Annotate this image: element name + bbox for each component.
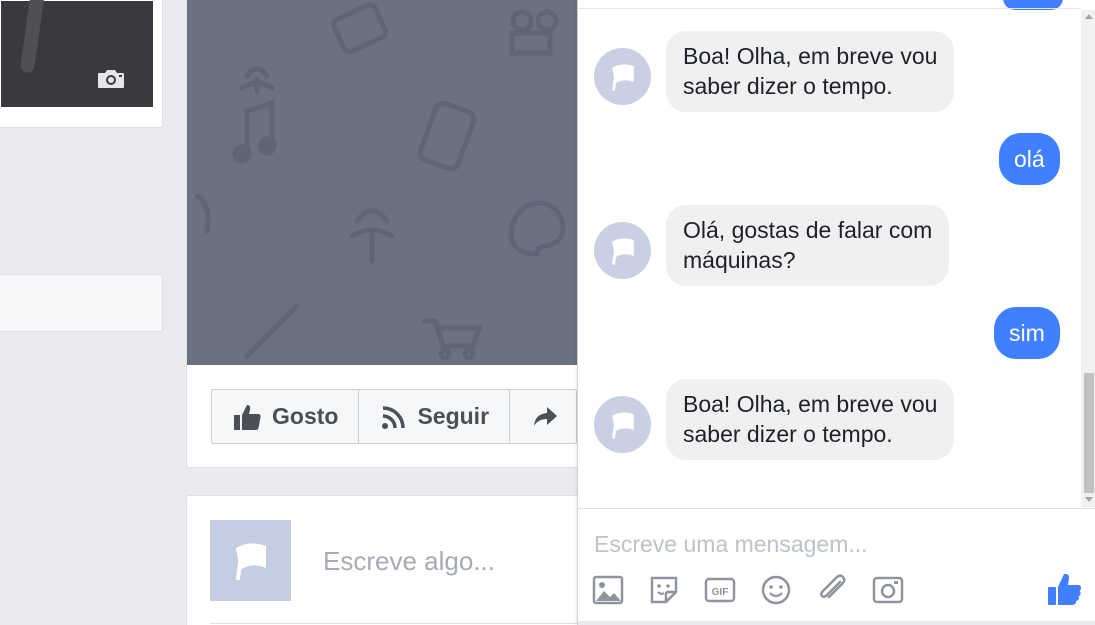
scroll-down-icon[interactable] (1085, 497, 1093, 502)
follow-page-label: Seguir (417, 403, 490, 429)
chat-scrollbar[interactable] (1081, 10, 1095, 507)
cover-image (187, 0, 605, 365)
bot-message-bubble: Boa! Olha, em breve vou saber dizer o te… (666, 379, 955, 460)
send-like-button[interactable] (1046, 571, 1082, 612)
emoji-icon[interactable] (760, 572, 816, 608)
image-icon[interactable] (592, 572, 648, 608)
attachment-icon[interactable] (816, 572, 872, 608)
sidebar-box (0, 274, 163, 332)
flag-icon (611, 237, 634, 265)
flag-icon (611, 411, 634, 439)
composer-input[interactable]: Escreve algo... (323, 546, 495, 577)
message-text-line: máquinas? (683, 247, 796, 273)
bot-avatar (594, 396, 651, 453)
message-input[interactable]: Escreve uma mensagem... (594, 531, 868, 558)
follow-page-button[interactable]: Seguir (359, 390, 511, 443)
rss-icon (382, 405, 406, 429)
message-text-line: saber dizer o tempo. (683, 421, 893, 447)
camera-icon[interactable] (872, 572, 928, 608)
gif-icon[interactable]: GIF (704, 572, 760, 608)
share-page-button[interactable] (510, 390, 576, 443)
page-actions: Gosto Seguir (211, 389, 578, 444)
page-cover-card: Gosto Seguir (186, 0, 606, 468)
thumbs-up-icon (234, 404, 261, 430)
sticker-icon[interactable] (648, 572, 704, 608)
like-page-button[interactable]: Gosto (212, 390, 360, 443)
message-text-line: saber dizer o tempo. (683, 73, 893, 99)
message-text-line: Boa! Olha, em breve vou (683, 391, 938, 417)
scroll-up-icon[interactable] (1085, 14, 1093, 19)
bot-message-bubble: Boa! Olha, em breve vou saber dizer o te… (666, 31, 955, 112)
svg-text:GIF: GIF (712, 587, 729, 598)
message-text-line: Olá, gostas de falar com (683, 217, 933, 243)
user-message-bubble: olá (999, 133, 1060, 185)
like-page-label: Gosto (272, 403, 339, 429)
profile-photo-card (0, 0, 163, 128)
page-avatar (210, 520, 291, 601)
bot-avatar (594, 222, 651, 279)
flag-icon (611, 63, 634, 91)
messenger-chat-panel: Boa! Olha, em breve vou saber dizer o te… (577, 0, 1095, 625)
camera-icon[interactable] (96, 68, 126, 95)
user-message-bubble: sim (994, 307, 1060, 359)
share-arrow-icon (534, 406, 558, 426)
thumbs-up-icon (1048, 573, 1081, 605)
post-composer: Escreve algo... (186, 495, 606, 625)
bot-avatar (594, 48, 651, 105)
scroll-thumb[interactable] (1084, 373, 1094, 493)
profile-photo[interactable] (1, 0, 153, 107)
message-text-line: Boa! Olha, em breve vou (683, 43, 938, 69)
bot-message-bubble: Olá, gostas de falar com máquinas? (666, 205, 950, 286)
chat-toolbar: GIF (592, 572, 928, 608)
flag-icon (235, 542, 266, 580)
